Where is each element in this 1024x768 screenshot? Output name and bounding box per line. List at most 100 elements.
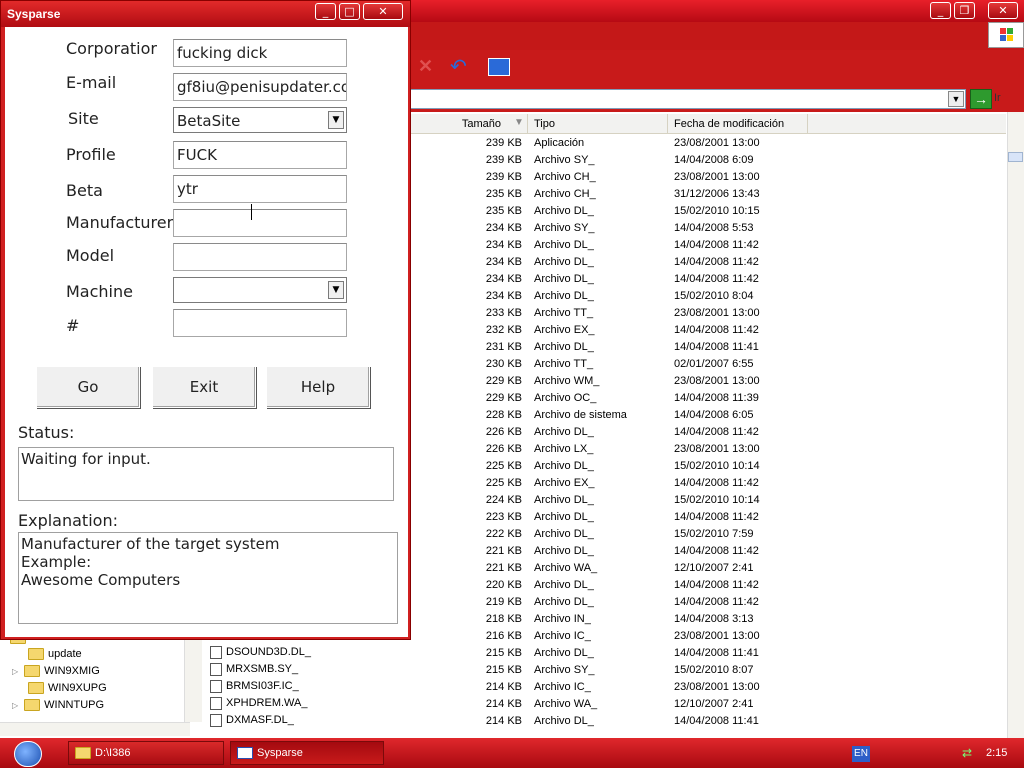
chevron-down-icon[interactable]: ▼ <box>328 111 344 129</box>
corporation-input[interactable]: fucking dick <box>173 39 347 67</box>
dialog-minimize-icon[interactable]: _ <box>315 3 336 20</box>
dialog-titlebar[interactable]: Sysparse _ □ ✕ <box>1 1 410 27</box>
file-name-item[interactable]: DXMASF.DL_ <box>210 712 294 729</box>
go-arrow-icon[interactable]: → <box>970 89 992 109</box>
views-icon[interactable] <box>488 58 510 76</box>
expand-icon[interactable]: ▷ <box>12 667 18 676</box>
tree-vertical-scrollbar[interactable] <box>184 630 202 722</box>
language-indicator[interactable]: EN <box>852 746 870 762</box>
restore-icon[interactable]: ❐ <box>954 2 975 19</box>
file-type: Archivo DL_ <box>534 511 594 523</box>
file-row[interactable]: 219 KB Archivo DL_ 14/04/2008 11:42 <box>410 594 1006 611</box>
file-row[interactable]: 239 KB Archivo SY_ 14/04/2008 6:09 <box>410 152 1006 169</box>
taskbar-item-sysparse[interactable]: Sysparse <box>230 741 384 765</box>
machine-select[interactable]: ▼ <box>173 277 347 303</box>
file-row[interactable]: 222 KB Archivo DL_ 15/02/2010 7:59 <box>410 526 1006 543</box>
file-row[interactable]: 234 KB Archivo DL_ 14/04/2008 11:42 <box>410 254 1006 271</box>
file-row[interactable]: 220 KB Archivo DL_ 14/04/2008 11:42 <box>410 577 1006 594</box>
dialog-close-icon[interactable]: ✕ <box>363 3 403 20</box>
file-row[interactable]: 226 KB Archivo DL_ 14/04/2008 11:42 <box>410 424 1006 441</box>
file-type: Archivo DL_ <box>534 545 594 557</box>
file-type: Archivo WA_ <box>534 562 598 574</box>
file-row[interactable]: 215 KB Archivo SY_ 15/02/2010 8:07 <box>410 662 1006 679</box>
scrollbar-thumb[interactable] <box>1008 152 1023 162</box>
file-row[interactable]: 216 KB Archivo IC_ 23/08/2001 13:00 <box>410 628 1006 645</box>
email-input[interactable]: gf8iu@penisupdater.com <box>173 73 347 101</box>
tree-horizontal-scrollbar[interactable] <box>0 722 190 736</box>
file-size: 214 KB <box>485 698 522 710</box>
minimize-icon[interactable]: _ <box>930 2 951 19</box>
close-icon[interactable]: ✕ <box>988 2 1018 19</box>
file-row[interactable]: 239 KB Aplicación 23/08/2001 13:00 <box>410 135 1006 152</box>
file-size: 218 KB <box>485 613 522 625</box>
file-row[interactable]: 229 KB Archivo OC_ 14/04/2008 11:39 <box>410 390 1006 407</box>
go-label[interactable]: Ir <box>994 92 1001 104</box>
site-select[interactable]: BetaSite ▼ <box>173 107 347 133</box>
column-date[interactable]: Fecha de modificación <box>668 114 808 134</box>
column-size[interactable]: Tamaño <box>410 114 528 134</box>
clock[interactable]: 2:15 <box>986 747 1007 759</box>
number-input[interactable] <box>173 309 347 337</box>
tree-item[interactable]: update <box>28 646 82 663</box>
file-row[interactable]: 218 KB Archivo IN_ 14/04/2008 3:13 <box>410 611 1006 628</box>
file-row[interactable]: 221 KB Archivo DL_ 14/04/2008 11:42 <box>410 543 1006 560</box>
file-date: 14/04/2008 11:42 <box>674 596 759 608</box>
file-type: Archivo TT_ <box>534 307 594 319</box>
file-row[interactable]: 233 KB Archivo TT_ 23/08/2001 13:00 <box>410 305 1006 322</box>
file-type: Archivo DL_ <box>534 273 594 285</box>
file-row[interactable]: 221 KB Archivo WA_ 12/10/2007 2:41 <box>410 560 1006 577</box>
chevron-down-icon[interactable]: ▼ <box>328 281 344 299</box>
dialog-maximize-icon[interactable]: □ <box>339 3 360 20</box>
column-type[interactable]: Tipo <box>528 114 668 134</box>
file-name-item[interactable]: XPHDREM.WA_ <box>210 695 308 712</box>
file-row[interactable]: 234 KB Archivo DL_ 14/04/2008 11:42 <box>410 237 1006 254</box>
file-row[interactable]: 226 KB Archivo LX_ 23/08/2001 13:00 <box>410 441 1006 458</box>
file-row[interactable]: 214 KB Archivo WA_ 12/10/2007 2:41 <box>410 696 1006 713</box>
delete-icon[interactable]: ✕ <box>418 56 433 77</box>
profile-input[interactable]: FUCK <box>173 141 347 169</box>
file-row[interactable]: 228 KB Archivo de sistema 14/04/2008 6:05 <box>410 407 1006 424</box>
file-date: 14/04/2008 11:42 <box>674 545 759 557</box>
file-row[interactable]: 214 KB Archivo IC_ 23/08/2001 13:00 <box>410 679 1006 696</box>
file-row[interactable]: 224 KB Archivo DL_ 15/02/2010 10:14 <box>410 492 1006 509</box>
exit-button[interactable]: Exit <box>152 366 256 408</box>
network-icon[interactable]: ⇄ <box>962 746 972 760</box>
address-input[interactable] <box>410 89 966 109</box>
vertical-scrollbar[interactable] <box>1007 112 1024 738</box>
file-name-item[interactable]: DSOUND3D.DL_ <box>210 644 311 661</box>
go-button[interactable]: Go <box>36 366 140 408</box>
file-row[interactable]: 229 KB Archivo WM_ 23/08/2001 13:00 <box>410 373 1006 390</box>
file-row[interactable]: 235 KB Archivo CH_ 31/12/2006 13:43 <box>410 186 1006 203</box>
file-row[interactable]: 234 KB Archivo DL_ 15/02/2010 8:04 <box>410 288 1006 305</box>
windows-orb-icon[interactable] <box>14 741 42 767</box>
help-button[interactable]: Help <box>266 366 370 408</box>
file-row[interactable]: 230 KB Archivo TT_ 02/01/2007 6:55 <box>410 356 1006 373</box>
undo-icon[interactable]: ↶ <box>450 54 467 79</box>
manufacturer-input[interactable] <box>173 209 347 237</box>
model-input[interactable] <box>173 243 347 271</box>
tree-item[interactable]: WIN9XUPG <box>28 680 107 697</box>
expand-icon[interactable]: ▷ <box>12 701 18 710</box>
file-type: Archivo DL_ <box>534 205 594 217</box>
corporation-label: Corporatior <box>66 39 157 58</box>
file-row[interactable]: 214 KB Archivo DL_ 14/04/2008 11:41 <box>410 713 1006 730</box>
address-dropdown-icon[interactable]: ▼ <box>948 91 964 107</box>
file-row[interactable]: 225 KB Archivo DL_ 15/02/2010 10:14 <box>410 458 1006 475</box>
tree-item[interactable]: ▷ WIN9XMIG <box>12 663 100 680</box>
tree-item[interactable]: ▷ WINNTUPG <box>12 697 104 714</box>
file-name-item[interactable]: MRXSMB.SY_ <box>210 661 298 678</box>
file-row[interactable]: 234 KB Archivo SY_ 14/04/2008 5:53 <box>410 220 1006 237</box>
file-row[interactable]: 215 KB Archivo DL_ 14/04/2008 11:41 <box>410 645 1006 662</box>
file-row[interactable]: 231 KB Archivo DL_ 14/04/2008 11:41 <box>410 339 1006 356</box>
taskbar-item-explorer[interactable]: D:\I386 <box>68 741 224 765</box>
file-row[interactable]: 235 KB Archivo DL_ 15/02/2010 10:15 <box>410 203 1006 220</box>
site-label: Site <box>68 109 99 128</box>
file-row[interactable]: 232 KB Archivo EX_ 14/04/2008 11:42 <box>410 322 1006 339</box>
file-row[interactable]: 225 KB Archivo EX_ 14/04/2008 11:42 <box>410 475 1006 492</box>
file-name-item[interactable]: BRMSI03F.IC_ <box>210 678 299 695</box>
beta-input[interactable]: ytr <box>173 175 347 203</box>
file-row[interactable]: 223 KB Archivo DL_ 14/04/2008 11:42 <box>410 509 1006 526</box>
file-type: Archivo DL_ <box>534 239 594 251</box>
file-row[interactable]: 234 KB Archivo DL_ 14/04/2008 11:42 <box>410 271 1006 288</box>
file-row[interactable]: 239 KB Archivo CH_ 23/08/2001 13:00 <box>410 169 1006 186</box>
